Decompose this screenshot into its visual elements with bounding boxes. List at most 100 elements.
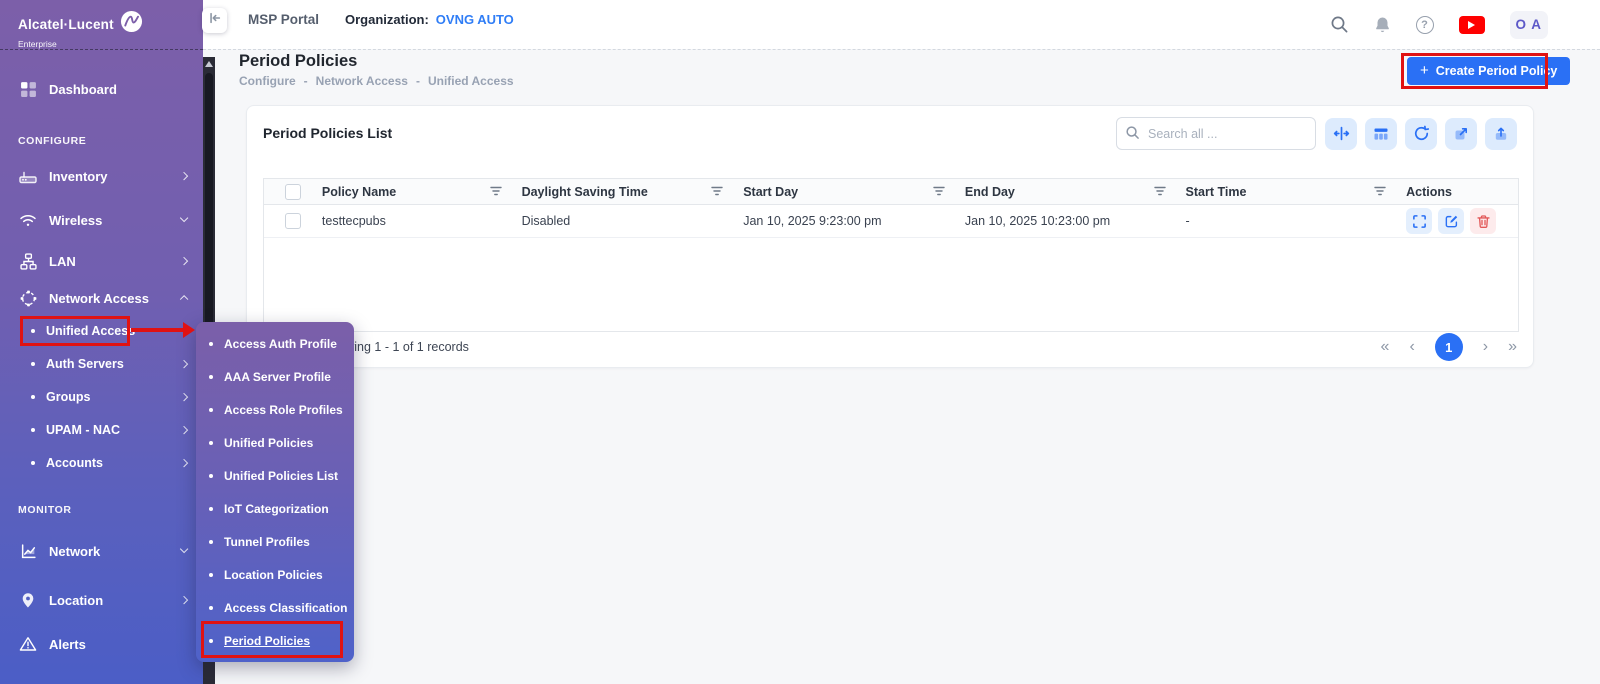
organization-value[interactable]: OVNG AUTO bbox=[436, 12, 514, 27]
annotation-arrow-head bbox=[183, 322, 195, 338]
export-button[interactable] bbox=[1445, 118, 1477, 150]
sidebar-item-upam-nac[interactable]: UPAM - NAC bbox=[0, 415, 203, 445]
breadcrumb-item-unified-access[interactable]: Unified Access bbox=[428, 74, 514, 88]
flyout-item-aaa-server-profile[interactable]: AAA Server Profile bbox=[196, 360, 354, 393]
user-avatar[interactable]: O A bbox=[1510, 11, 1549, 39]
network-chart-icon bbox=[18, 543, 38, 560]
sidebar-item-network-access[interactable]: Network Access bbox=[0, 283, 203, 313]
play-icon bbox=[1468, 21, 1475, 29]
column-header-end-day[interactable]: End Day bbox=[965, 185, 1186, 199]
dashboard-icon bbox=[18, 81, 38, 98]
inventory-icon bbox=[18, 168, 38, 184]
sidebar-item-wireless[interactable]: Wireless bbox=[0, 205, 203, 235]
filter-icon[interactable] bbox=[490, 185, 502, 199]
column-header-start-day[interactable]: Start Day bbox=[743, 185, 965, 199]
annotation-arrow bbox=[131, 328, 185, 332]
sidebar-item-location[interactable]: Location bbox=[0, 585, 203, 615]
help-icon[interactable]: ? bbox=[1416, 16, 1434, 34]
scrollbar-thumb[interactable] bbox=[205, 73, 213, 363]
filter-icon[interactable] bbox=[933, 185, 945, 199]
refresh-button[interactable] bbox=[1405, 118, 1437, 150]
network-access-icon bbox=[18, 290, 38, 307]
flyout-item-tunnel-profiles[interactable]: Tunnel Profiles bbox=[196, 525, 354, 558]
page-title: Period Policies bbox=[239, 52, 357, 71]
expand-row-button[interactable] bbox=[1406, 208, 1432, 234]
sidebar-item-dashboard[interactable]: Dashboard bbox=[0, 74, 203, 104]
flyout-item-unified-policies-list[interactable]: Unified Policies List bbox=[196, 459, 354, 492]
table-row[interactable]: testtecpubs Disabled Jan 10, 2025 9:23:0… bbox=[264, 205, 1518, 238]
chevron-right-icon bbox=[180, 426, 189, 435]
breadcrumb-separator: - bbox=[304, 74, 308, 88]
sidebar-item-alerts[interactable]: Alerts bbox=[0, 629, 203, 659]
select-all-checkbox[interactable] bbox=[285, 184, 301, 200]
bullet-icon bbox=[209, 441, 213, 445]
sidebar-item-auth-servers[interactable]: Auth Servers bbox=[0, 349, 203, 379]
column-header-policy-name[interactable]: Policy Name bbox=[322, 185, 522, 199]
flyout-item-access-role-profiles[interactable]: Access Role Profiles bbox=[196, 393, 354, 426]
flyout-item-period-policies[interactable]: Period Policies bbox=[196, 624, 354, 657]
search-icon[interactable] bbox=[1330, 15, 1349, 34]
delete-row-button[interactable] bbox=[1470, 208, 1496, 234]
cell-start-time: - bbox=[1186, 214, 1407, 228]
column-header-daylight-saving-time[interactable]: Daylight Saving Time bbox=[522, 185, 744, 199]
sidebar-item-inventory[interactable]: Inventory bbox=[0, 161, 203, 191]
chevron-right-icon bbox=[180, 596, 189, 605]
flyout-item-location-policies[interactable]: Location Policies bbox=[196, 558, 354, 591]
pagination: « ‹ 1 › » bbox=[1381, 333, 1517, 361]
filter-icon[interactable] bbox=[1154, 185, 1166, 199]
flyout-item-unified-policies[interactable]: Unified Policies bbox=[196, 426, 354, 459]
period-policies-table: Policy Name Daylight Saving Time Start D… bbox=[263, 178, 1519, 332]
breadcrumb-item-configure[interactable]: Configure bbox=[239, 74, 296, 88]
flyout-item-access-auth-profile[interactable]: Access Auth Profile bbox=[196, 327, 354, 360]
table-header-row: Policy Name Daylight Saving Time Start D… bbox=[264, 179, 1518, 205]
previous-page-button[interactable]: ‹ bbox=[1409, 339, 1414, 355]
flyout-item-iot-categorization[interactable]: IoT Categorization bbox=[196, 492, 354, 525]
filter-icon[interactable] bbox=[1374, 185, 1386, 199]
chevron-up-icon bbox=[180, 295, 189, 304]
brand-logo-icon bbox=[120, 10, 143, 38]
current-page-button[interactable]: 1 bbox=[1435, 333, 1463, 361]
brand-logo: Alcatel·Lucent Enterprise bbox=[18, 10, 143, 49]
filter-icon[interactable] bbox=[711, 185, 723, 199]
lan-icon bbox=[18, 253, 38, 270]
brand-subtitle: Enterprise bbox=[18, 39, 143, 49]
resize-columns-button[interactable] bbox=[1325, 118, 1357, 150]
bullet-icon bbox=[209, 375, 213, 379]
breadcrumb-item-network-access[interactable]: Network Access bbox=[316, 74, 408, 88]
flyout-item-access-classification[interactable]: Access Classification bbox=[196, 591, 354, 624]
sidebar-item-lan[interactable]: LAN bbox=[0, 246, 203, 276]
location-pin-icon bbox=[18, 592, 38, 609]
sidebar-item-groups[interactable]: Groups bbox=[0, 382, 203, 412]
column-header-start-time[interactable]: Start Time bbox=[1186, 185, 1407, 199]
sidebar: Alcatel·Lucent Enterprise Dashboard CONF… bbox=[0, 0, 203, 684]
upload-button[interactable] bbox=[1485, 118, 1517, 150]
first-page-button[interactable]: « bbox=[1381, 339, 1390, 355]
scroll-up-arrow-icon[interactable] bbox=[205, 61, 213, 67]
portal-title: MSP Portal bbox=[248, 12, 319, 27]
column-header-actions: Actions bbox=[1406, 185, 1518, 199]
brand-title: Alcatel·Lucent bbox=[18, 17, 114, 32]
bullet-icon bbox=[209, 606, 213, 610]
chevron-down-icon bbox=[180, 214, 189, 223]
chevron-right-icon bbox=[180, 459, 189, 468]
cell-policy-name: testtecpubs bbox=[322, 214, 522, 228]
cell-start-day: Jan 10, 2025 9:23:00 pm bbox=[743, 214, 965, 228]
create-period-policy-button[interactable]: + Create Period Policy bbox=[1407, 57, 1570, 85]
next-page-button[interactable]: › bbox=[1483, 339, 1488, 355]
sidebar-item-accounts[interactable]: Accounts bbox=[0, 448, 203, 478]
plus-icon: + bbox=[1420, 62, 1429, 79]
youtube-icon[interactable] bbox=[1459, 16, 1485, 34]
bullet-icon bbox=[209, 474, 213, 478]
row-checkbox[interactable] bbox=[285, 213, 301, 229]
sidebar-collapse-button[interactable] bbox=[202, 8, 227, 33]
table-search bbox=[1116, 117, 1316, 150]
columns-button[interactable] bbox=[1365, 118, 1397, 150]
chevron-right-icon bbox=[180, 172, 189, 181]
last-page-button[interactable]: » bbox=[1508, 339, 1517, 355]
unified-access-flyout-menu: Access Auth Profile AAA Server Profile A… bbox=[196, 322, 354, 662]
search-input[interactable] bbox=[1116, 117, 1316, 150]
sidebar-item-network[interactable]: Network bbox=[0, 536, 203, 566]
card-title: Period Policies List bbox=[263, 125, 392, 141]
edit-row-button[interactable] bbox=[1438, 208, 1464, 234]
notifications-bell-icon[interactable] bbox=[1374, 16, 1391, 34]
